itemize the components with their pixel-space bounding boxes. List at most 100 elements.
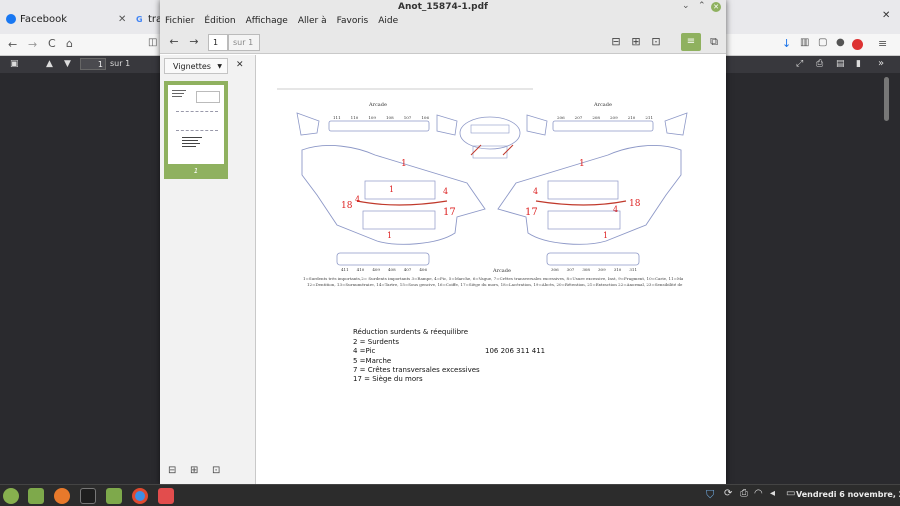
page-number-input[interactable]: 1 bbox=[80, 58, 106, 70]
document-viewer-icon[interactable] bbox=[158, 488, 174, 504]
close-sidebar-icon[interactable]: ✕ bbox=[236, 60, 244, 70]
minimize-button[interactable]: ⌄ bbox=[682, 1, 690, 11]
update-icon[interactable]: ⟳ bbox=[724, 488, 732, 499]
thumbnail-view-icon[interactable]: ⊟ bbox=[168, 465, 176, 476]
clock[interactable]: Vendredi 6 novembre, 20:01 bbox=[796, 490, 900, 499]
presentation-icon[interactable]: ⤢ bbox=[796, 59, 803, 69]
attachments-view-icon[interactable]: ⊡ bbox=[212, 465, 220, 476]
viewer-toolbar: ← → 1 sur 1 ⊟ ⊞ ⊡ ≡ ⧉ bbox=[160, 30, 726, 54]
tooth-number: 309 bbox=[598, 267, 606, 272]
page-thumbnail[interactable]: 1 bbox=[164, 81, 228, 179]
arcade-label: Arcade bbox=[369, 102, 387, 108]
fit-page-icon[interactable]: ⊟ bbox=[608, 34, 624, 50]
clipboard-icon[interactable]: ▭ bbox=[786, 488, 795, 499]
close-button[interactable]: ✕ bbox=[711, 2, 721, 12]
tooth-number: 110 bbox=[350, 115, 359, 120]
dental-chart-diagram bbox=[277, 88, 688, 266]
dual-page-icon[interactable]: ⊞ bbox=[628, 34, 644, 50]
taskbar: ⛉ ⟳ ⎙ ◠ ◂ ▭ Vendredi 6 novembre, 20:01 bbox=[0, 484, 900, 506]
forward-arrow-icon[interactable]: → bbox=[186, 34, 202, 50]
menu-edition[interactable]: Édition bbox=[199, 14, 240, 30]
red-annotation-mark: 4 bbox=[533, 187, 539, 196]
window-close-button[interactable]: ✕ bbox=[882, 10, 890, 21]
maximize-button[interactable]: ⌃ bbox=[698, 1, 706, 11]
legend-line: 1=Surdents très importants,2= Surdents i… bbox=[303, 276, 683, 281]
red-annotation-mark: 1 bbox=[387, 231, 393, 240]
scrollbar[interactable] bbox=[884, 77, 889, 121]
menu-aide[interactable]: Aide bbox=[373, 14, 403, 30]
home-icon[interactable]: ⌂ bbox=[66, 37, 73, 50]
sidebar-mode-select[interactable]: Vignettes ▼ bbox=[164, 58, 228, 74]
adblock-icon[interactable] bbox=[852, 39, 863, 50]
tooth-number: 409 bbox=[372, 267, 380, 272]
tooth-number: 208 bbox=[592, 115, 600, 120]
menu-hamburger-button[interactable]: ≡ bbox=[681, 33, 701, 51]
tooth-number: 106 bbox=[421, 115, 429, 120]
menu-aller-a[interactable]: Aller à bbox=[293, 14, 332, 30]
red-annotation-mark: 4 bbox=[355, 195, 361, 204]
annotation-line: 17 = Siège du mors bbox=[353, 375, 423, 383]
network-icon[interactable]: ◠ bbox=[754, 488, 763, 499]
continuous-icon[interactable]: ⊡ bbox=[648, 34, 664, 50]
annotations-icon[interactable]: ⧉ bbox=[706, 34, 722, 50]
tooth-number: 407 bbox=[403, 267, 412, 272]
download-icon[interactable]: ↓ bbox=[782, 37, 791, 50]
volume-icon[interactable]: ◂ bbox=[770, 488, 775, 499]
red-annotation-mark: 17 bbox=[443, 207, 456, 218]
sidebar-toggle-icon[interactable]: ▣ bbox=[10, 59, 19, 69]
shield-icon[interactable]: ◫ bbox=[148, 37, 157, 48]
tooth-number: 108 bbox=[386, 115, 394, 120]
page-up-icon[interactable]: ▲ bbox=[46, 59, 53, 69]
folder-icon[interactable] bbox=[28, 488, 44, 504]
tooth-number: 310 bbox=[613, 267, 622, 272]
tooth-number: 406 bbox=[419, 267, 427, 272]
page-number-input[interactable]: 1 bbox=[208, 34, 228, 51]
google-icon: G bbox=[136, 14, 143, 24]
terminal-icon[interactable] bbox=[80, 488, 96, 504]
tooth-number: 107 bbox=[403, 115, 412, 120]
menu-icon[interactable]: ≡ bbox=[878, 37, 887, 50]
back-arrow-icon[interactable]: ← bbox=[166, 34, 182, 50]
tools-icon[interactable]: » bbox=[878, 58, 884, 69]
save-icon[interactable]: ▤ bbox=[836, 59, 845, 69]
document-page: Arcade Arcade Arcade 111 110 109 108 107… bbox=[257, 55, 726, 484]
forward-arrow-icon[interactable]: → bbox=[28, 38, 37, 51]
bottom-left-tooth-numbers: 411 410 409 408 407 406 bbox=[341, 267, 427, 272]
sidebar-icon[interactable]: ▢ bbox=[818, 37, 827, 48]
library-icon[interactable]: ▥ bbox=[800, 37, 809, 48]
browser-tab-facebook[interactable]: Facebook ✕ bbox=[6, 7, 130, 31]
red-annotation-mark: 1 bbox=[579, 159, 585, 169]
print-icon[interactable]: ⎙ bbox=[816, 59, 823, 69]
tooth-number: 306 bbox=[551, 267, 559, 272]
account-icon[interactable]: ● bbox=[836, 37, 845, 48]
tooth-number: 211 bbox=[645, 115, 653, 120]
printer-icon[interactable]: ⎙ bbox=[740, 488, 748, 499]
menu-favoris[interactable]: Favoris bbox=[332, 14, 374, 30]
shield-icon[interactable]: ⛉ bbox=[706, 488, 714, 502]
top-right-tooth-numbers: 206 207 208 209 210 211 bbox=[557, 115, 653, 120]
chrome-icon[interactable] bbox=[132, 488, 148, 504]
thumbnail-page-label: 1 bbox=[193, 167, 199, 175]
firefox-icon[interactable] bbox=[54, 488, 70, 504]
close-icon[interactable]: ✕ bbox=[118, 14, 126, 25]
annotation-line: 7 = Crêtes transversales excessives bbox=[353, 366, 480, 374]
legend-line: 12=Dentition, 13=Surnuméraire, 14=Tartre… bbox=[307, 282, 683, 287]
tooth-number: 206 bbox=[557, 115, 565, 120]
tooth-number: 209 bbox=[610, 115, 618, 120]
window-title: Anot_15874-1.pdf bbox=[398, 2, 488, 12]
annotation-line: 2 = Surdents bbox=[353, 338, 399, 346]
folder-icon[interactable] bbox=[106, 488, 122, 504]
tab-label: Facebook bbox=[20, 13, 67, 25]
reload-icon[interactable]: C bbox=[48, 37, 56, 50]
outline-view-icon[interactable]: ⊞ bbox=[190, 465, 198, 476]
page-down-icon[interactable]: ▼ bbox=[64, 59, 71, 69]
tooth-number: 111 bbox=[333, 115, 341, 120]
bookmark-icon[interactable]: ▮ bbox=[856, 59, 861, 69]
back-arrow-icon[interactable]: ← bbox=[8, 38, 17, 51]
menu-affichage[interactable]: Affichage bbox=[241, 14, 293, 30]
tooth-number: 307 bbox=[566, 267, 575, 272]
menu-fichier[interactable]: Fichier bbox=[160, 14, 199, 30]
mint-menu-icon[interactable] bbox=[3, 488, 19, 504]
window-titlebar[interactable]: Anot_15874-1.pdf ⌄ ⌃ ✕ bbox=[160, 0, 726, 14]
red-annotation-mark: 1 bbox=[389, 185, 395, 194]
